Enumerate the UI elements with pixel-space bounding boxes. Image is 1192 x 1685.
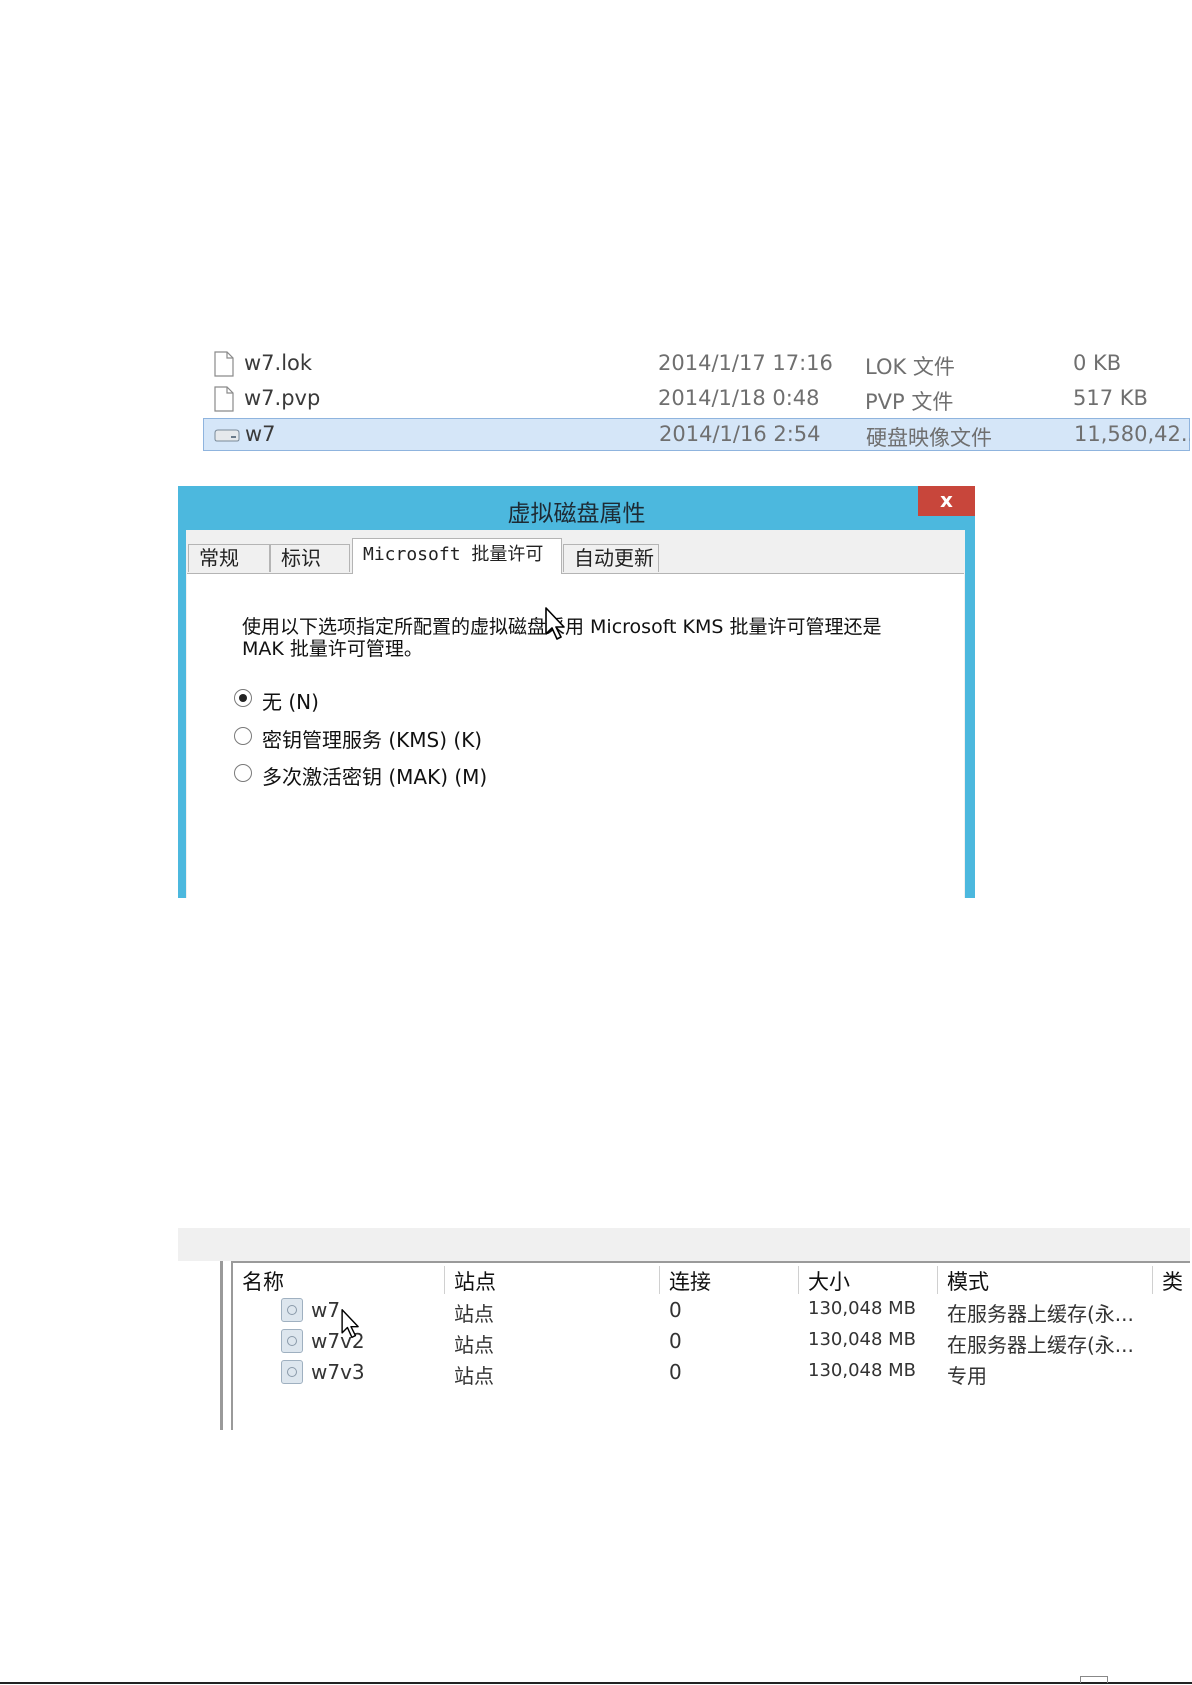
vdisk-connections: 0	[669, 1298, 682, 1322]
vdisk-icon	[281, 1329, 303, 1353]
vdisk-connections: 0	[669, 1329, 682, 1353]
vdisk-size: 130,048 MB	[808, 1298, 917, 1319]
vdisk-icon	[281, 1360, 303, 1384]
file-row-selected[interactable]: w7 2014/1/16 2:54 硬盘映像文件 11,580,42...	[203, 418, 1190, 451]
tab-label: 标识	[281, 546, 321, 570]
document-icon	[214, 386, 234, 412]
tab-identification[interactable]: 标识	[270, 544, 350, 572]
mouse-cursor-icon	[545, 607, 565, 640]
column-label: 类	[1162, 1270, 1183, 1294]
tab-panel: 使用以下选项指定所配置的虚拟磁盘采用 Microsoft KMS 批量许可管理还…	[187, 573, 964, 898]
vdisk-list: 名称 站点 连接 大小 模式 类 w7 站点 0 130,048 MB 在服务器…	[178, 1228, 1190, 1430]
tab-strip: 常规 标识 Microsoft 批量许可 自动更新	[186, 538, 965, 574]
column-label: 连接	[669, 1270, 711, 1294]
vdisk-name: w7	[311, 1298, 341, 1322]
column-header-size[interactable]: 大小	[799, 1266, 938, 1294]
column-header-mode[interactable]: 模式	[938, 1266, 1153, 1294]
radio-button[interactable]	[234, 764, 252, 782]
virtual-disk-properties-dialog: 虚拟磁盘属性 x 常规 标识 Microsoft 批量许可 自动更新 使用以下选…	[178, 486, 975, 898]
page-bottom-rule	[0, 1682, 1192, 1684]
vdisk-row[interactable]: w7v2 站点 0 130,048 MB 在服务器上缓存(永...	[233, 1327, 1190, 1357]
file-type: LOK 文件	[865, 355, 955, 379]
file-name: w7.pvp	[244, 386, 321, 410]
vdisk-row[interactable]: w7 站点 0 130,048 MB 在服务器上缓存(永...	[233, 1296, 1190, 1326]
list-toolbar	[178, 1228, 1190, 1261]
vdisk-icon	[281, 1298, 303, 1322]
vdisk-size: 130,048 MB	[808, 1329, 917, 1350]
column-label: 大小	[808, 1270, 850, 1294]
column-header-connections[interactable]: 连接	[660, 1266, 799, 1294]
vdisk-site: 站点	[454, 1302, 494, 1326]
file-list: w7.lok 2014/1/17 17:16 LOK 文件 0 KB w7.pv…	[203, 348, 1190, 452]
vdisk-size: 130,048 MB	[808, 1360, 917, 1381]
option-label: 无 (N)	[262, 690, 319, 714]
tab-auto-update[interactable]: 自动更新	[563, 544, 659, 572]
close-button[interactable]: x	[918, 486, 975, 516]
tree-pane	[178, 1261, 223, 1430]
option-label: 密钥管理服务 (KMS) (K)	[262, 728, 483, 752]
file-date: 2014/1/16 2:54	[659, 422, 821, 446]
file-size: 11,580,42...	[1074, 422, 1190, 446]
column-header-name[interactable]: 名称	[233, 1266, 445, 1294]
tab-general[interactable]: 常规	[188, 544, 270, 572]
vdisk-connections: 0	[669, 1360, 682, 1384]
file-row[interactable]: w7.pvp 2014/1/18 0:48 PVP 文件 517 KB	[203, 383, 1190, 416]
column-label: 名称	[242, 1270, 284, 1294]
close-icon: x	[940, 488, 953, 512]
file-name: w7	[245, 422, 276, 446]
file-size: 517 KB	[1073, 386, 1148, 410]
file-type: PVP 文件	[865, 390, 954, 414]
title-bar[interactable]: 虚拟磁盘属性 x	[178, 486, 975, 530]
vdisk-mode: 在服务器上缓存(永...	[947, 1333, 1134, 1357]
licensing-description: 使用以下选项指定所配置的虚拟磁盘采用 Microsoft KMS 批量许可管理还…	[242, 616, 882, 660]
column-header-type[interactable]: 类	[1153, 1266, 1190, 1294]
file-date: 2014/1/17 17:16	[658, 351, 833, 375]
vdisk-site: 站点	[454, 1364, 494, 1388]
vdisk-site: 站点	[454, 1333, 494, 1357]
tab-microsoft-volume-licensing[interactable]: Microsoft 批量许可	[352, 538, 562, 574]
tab-label: 常规	[199, 546, 239, 570]
column-label: 站点	[454, 1270, 496, 1294]
mouse-cursor-icon	[341, 1309, 359, 1339]
dialog-client: 常规 标识 Microsoft 批量许可 自动更新 使用以下选项指定所配置的虚拟…	[186, 530, 965, 898]
file-date: 2014/1/18 0:48	[658, 386, 820, 410]
file-row[interactable]: w7.lok 2014/1/17 17:16 LOK 文件 0 KB	[203, 348, 1190, 381]
radio-button[interactable]	[234, 727, 252, 745]
column-label: 模式	[947, 1270, 989, 1294]
document-icon	[214, 351, 234, 377]
file-size: 0 KB	[1073, 351, 1122, 375]
vdisk-mode: 在服务器上缓存(永...	[947, 1302, 1134, 1326]
radio-button[interactable]	[234, 689, 252, 707]
page-corner-mark	[1080, 1676, 1108, 1683]
file-type: 硬盘映像文件	[866, 426, 992, 450]
file-name: w7.lok	[244, 351, 313, 375]
tab-label: 自动更新	[574, 546, 654, 570]
option-label: 多次激活密钥 (MAK) (M)	[262, 765, 488, 789]
vdisk-row[interactable]: w7v3 站点 0 130,048 MB 专用	[233, 1358, 1190, 1388]
vdisk-mode: 专用	[947, 1364, 987, 1388]
column-header-site[interactable]: 站点	[445, 1266, 660, 1294]
vdisk-name: w7v3	[311, 1360, 365, 1384]
column-header-row: 名称 站点 连接 大小 模式 类	[233, 1266, 1190, 1294]
tab-label: Microsoft 批量许可	[363, 544, 544, 565]
disk-image-icon	[214, 429, 240, 442]
dialog-title: 虚拟磁盘属性	[507, 501, 646, 527]
